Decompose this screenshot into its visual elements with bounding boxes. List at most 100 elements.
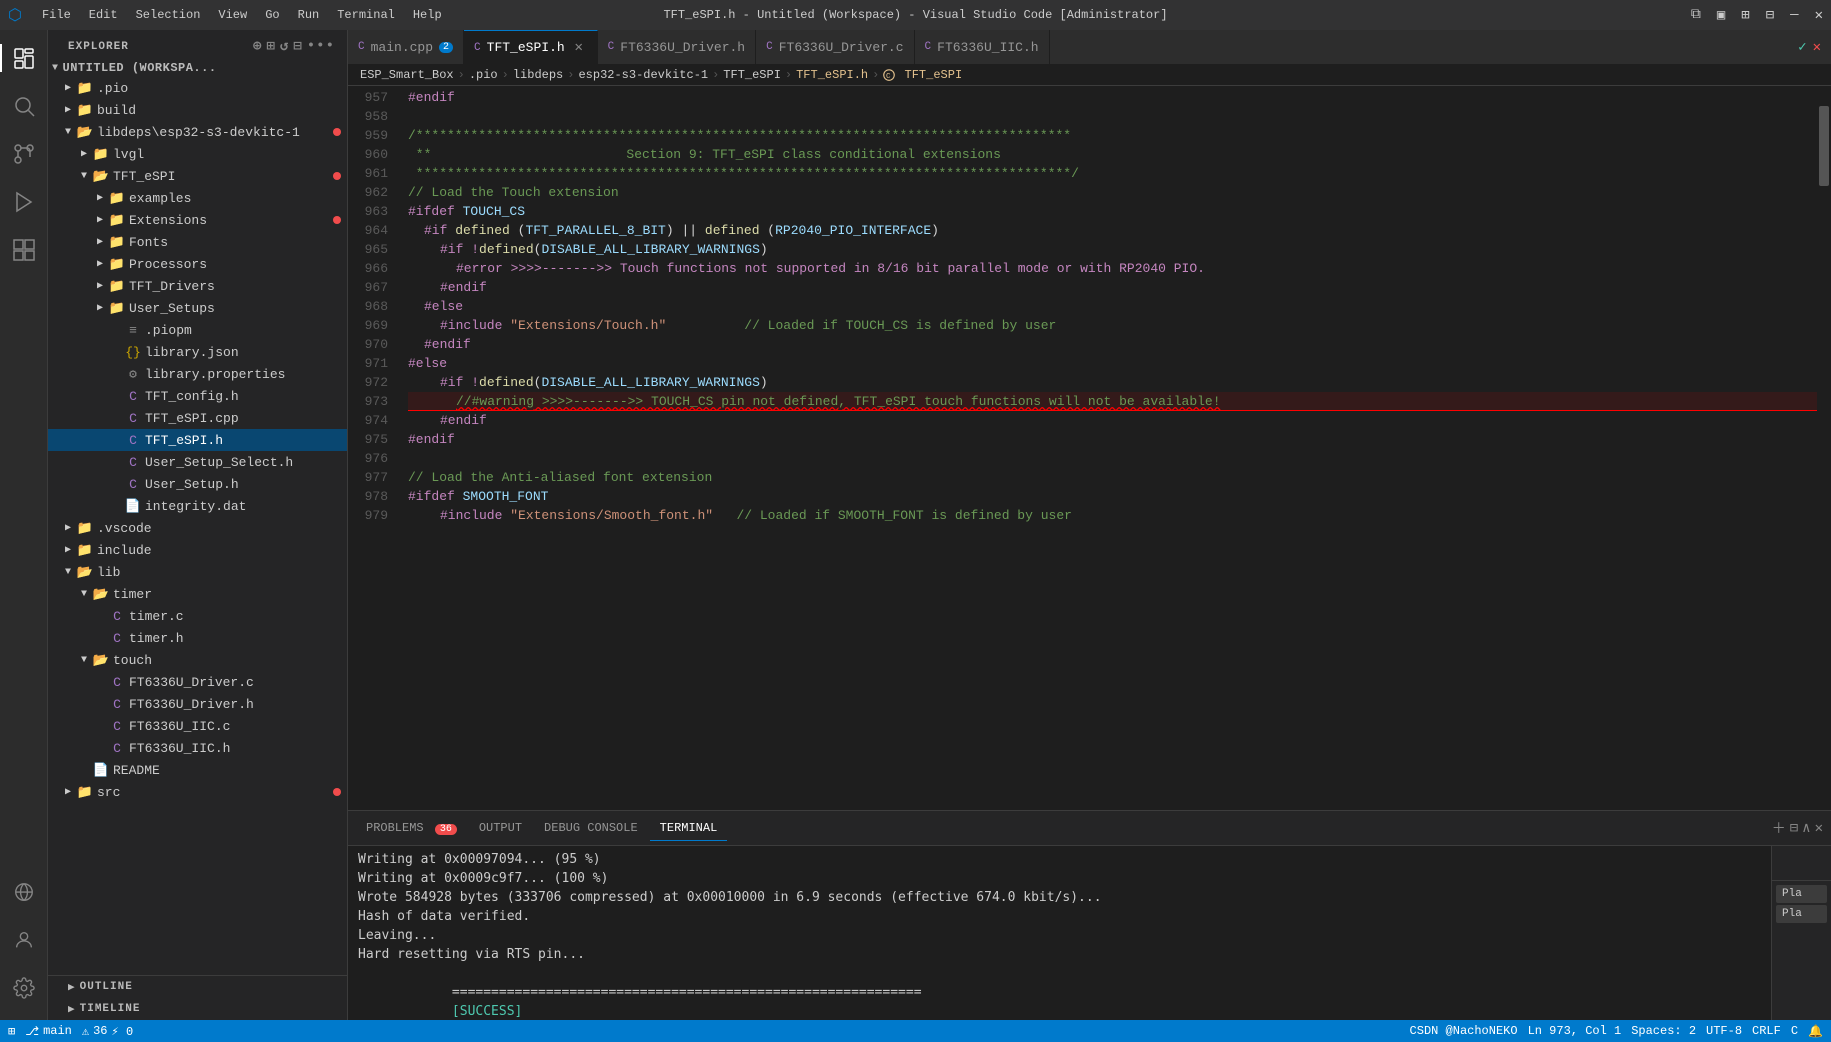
more-icon[interactable]: ••• — [307, 38, 335, 55]
tree-item-processors[interactable]: ▶ 📁 Processors — [48, 253, 347, 275]
tree-item-ft-driver-h[interactable]: C FT6336U_Driver.h — [48, 693, 347, 715]
workspace-root[interactable]: ▼ UNTITLED (WORKSPA... — [48, 59, 347, 77]
minimize-button[interactable]: — — [1790, 7, 1798, 23]
tree-item-fonts[interactable]: ▶ 📁 Fonts — [48, 231, 347, 253]
tree-item-library-json[interactable]: {} library.json — [48, 341, 347, 363]
layout-icon4[interactable]: ⊟ — [1766, 7, 1774, 24]
new-folder-icon[interactable]: ⊞ — [266, 38, 275, 55]
activity-account[interactable] — [0, 916, 48, 964]
outline-header[interactable]: ▶ OUTLINE — [48, 976, 347, 998]
new-file-icon[interactable]: ⊕ — [253, 38, 262, 55]
panel-tab-bar[interactable]: PROBLEMS 36 OUTPUT DEBUG CONSOLE TERMINA… — [348, 811, 1831, 846]
activity-git[interactable] — [0, 130, 48, 178]
tab-problems[interactable]: PROBLEMS 36 — [356, 815, 467, 841]
tree-item-src[interactable]: ▶ 📁 src — [48, 781, 347, 803]
breadcrumb-part-5[interactable]: TFT_eSPI.h — [796, 68, 868, 82]
layout-icon[interactable]: ⧉ — [1691, 7, 1701, 23]
tab-terminal[interactable]: TERMINAL — [650, 815, 728, 841]
tree-item-tft-config[interactable]: C TFT_config.h — [48, 385, 347, 407]
explorer-actions[interactable]: ⊕ ⊞ ↺ ⊟ ••• — [253, 38, 335, 55]
timeline-header[interactable]: ▶ TIMELINE — [48, 998, 347, 1020]
tree-item-piopm[interactable]: ≡ .piopm — [48, 319, 347, 341]
tree-item-extensions[interactable]: ▶ 📁 Extensions — [48, 209, 347, 231]
tree-item-build[interactable]: ▶ 📁 build — [48, 99, 347, 121]
tree-item-pio[interactable]: ▶ 📁 .pio — [48, 77, 347, 99]
panel-actions[interactable]: ＋ ⊟ ∧ ✕ — [1772, 818, 1823, 838]
breadcrumb-part-0[interactable]: ESP_Smart_Box — [360, 68, 454, 82]
status-position[interactable]: Ln 973, Col 1 — [1528, 1024, 1622, 1038]
menu-file[interactable]: File — [34, 6, 79, 24]
menu-run[interactable]: Run — [290, 6, 328, 24]
tree-item-tft-espi-cpp[interactable]: C TFT_eSPI.cpp — [48, 407, 347, 429]
tab-bar[interactable]: C main.cpp 2 C TFT_eSPI.h ✕ C FT6336U_Dr… — [348, 30, 1831, 65]
breadcrumb-part-1[interactable]: .pio — [469, 68, 498, 82]
status-notifications[interactable]: 🔔 — [1808, 1024, 1823, 1039]
tree-item-libdeps[interactable]: ▼ 📂 libdeps\esp32-s3-devkitc-1 — [48, 121, 347, 143]
breadcrumb-part-3[interactable]: esp32-s3-devkitc-1 — [578, 68, 708, 82]
refresh-icon[interactable]: ↺ — [280, 38, 289, 55]
tab-ft6336u-driver-h[interactable]: C FT6336U_Driver.h — [598, 30, 756, 64]
menu-view[interactable]: View — [210, 6, 255, 24]
tree-item-tft-espi[interactable]: ▼ 📂 TFT_eSPI — [48, 165, 347, 187]
layout-icon3[interactable]: ⊞ — [1741, 7, 1749, 24]
layout-icon2[interactable]: ▣ — [1717, 7, 1725, 24]
terminal-instance-1[interactable]: Pla — [1776, 885, 1827, 903]
menu-edit[interactable]: Edit — [81, 6, 126, 24]
tree-item-lvgl[interactable]: ▶ 📁 lvgl — [48, 143, 347, 165]
activity-run[interactable] — [0, 178, 48, 226]
editor-scrollbar[interactable] — [1817, 86, 1831, 810]
tree-item-user-setup-select[interactable]: C User_Setup_Select.h — [48, 451, 347, 473]
activity-settings[interactable] — [0, 964, 48, 1012]
tree-item-vscode[interactable]: ▶ 📁 .vscode — [48, 517, 347, 539]
status-encoding[interactable]: UTF-8 — [1706, 1024, 1742, 1038]
close-button[interactable]: ✕ — [1815, 7, 1823, 24]
close-panel-icon[interactable]: ✕ — [1815, 820, 1823, 837]
tree-item-timer[interactable]: ▼ 📂 timer — [48, 583, 347, 605]
tree-item-ft-driver-c[interactable]: C FT6336U_Driver.c — [48, 671, 347, 693]
menu-bar[interactable]: File Edit Selection View Go Run Terminal… — [34, 6, 450, 24]
tree-item-ft-iic-c[interactable]: C FT6336U_IIC.c — [48, 715, 347, 737]
status-branch[interactable]: ⎇ main — [25, 1024, 72, 1039]
split-icon[interactable]: ⊟ — [1790, 820, 1798, 837]
menu-go[interactable]: Go — [257, 6, 287, 24]
tree-item-tft-espi-h[interactable]: C TFT_eSPI.h — [48, 429, 347, 451]
tree-item-user-setup[interactable]: C User_Setup.h — [48, 473, 347, 495]
tree-item-library-properties[interactable]: ⚙ library.properties — [48, 363, 347, 385]
tree-item-readme[interactable]: 📄 README — [48, 759, 347, 781]
breadcrumb-part-6[interactable]: C TFT_eSPI — [883, 68, 962, 82]
tab-ft6336u-driver-c[interactable]: C FT6336U_Driver.c — [756, 30, 914, 64]
tree-item-tft-drivers[interactable]: ▶ 📁 TFT_Drivers — [48, 275, 347, 297]
tab-output[interactable]: OUTPUT — [469, 815, 532, 841]
arrow-up-icon[interactable]: ∧ — [1802, 820, 1810, 837]
status-problems[interactable]: ⚠ 36 ⚡ 0 — [82, 1024, 133, 1039]
scroll-thumb[interactable] — [1819, 106, 1829, 186]
tree-item-ft-iic-h[interactable]: C FT6336U_IIC.h — [48, 737, 347, 759]
tab-tft-espi-h[interactable]: C TFT_eSPI.h ✕ — [464, 30, 598, 64]
tree-item-user-setups[interactable]: ▶ 📁 User_Setups — [48, 297, 347, 319]
x-icon[interactable]: ✕ — [1813, 39, 1821, 56]
activity-explorer[interactable] — [0, 34, 48, 82]
tree-item-include[interactable]: ▶ 📁 include — [48, 539, 347, 561]
tab-ft6336u-iic-h[interactable]: C FT6336U_IIC.h — [915, 30, 1050, 64]
plus-icon[interactable]: ＋ — [1772, 818, 1786, 838]
breadcrumb-part-2[interactable]: libdeps — [513, 68, 563, 82]
breadcrumb-part-4[interactable]: TFT_eSPI — [723, 68, 781, 82]
menu-help[interactable]: Help — [405, 6, 450, 24]
status-csdn[interactable]: CSDN @NachoNEKO — [1410, 1024, 1518, 1038]
checkmark-icon[interactable]: ✓ — [1798, 39, 1806, 56]
activity-remote[interactable] — [0, 868, 48, 916]
tree-item-lib[interactable]: ▼ 📂 lib — [48, 561, 347, 583]
menu-terminal[interactable]: Terminal — [329, 6, 403, 24]
tree-item-timer-c[interactable]: C timer.c — [48, 605, 347, 627]
tree-item-integrity[interactable]: 📄 integrity.dat — [48, 495, 347, 517]
tab-debug-console[interactable]: DEBUG CONSOLE — [534, 815, 648, 841]
tree-item-timer-h[interactable]: C timer.h — [48, 627, 347, 649]
activity-search[interactable] — [0, 82, 48, 130]
status-remote[interactable]: ⊞ — [8, 1024, 15, 1039]
window-controls[interactable]: ⧉ ▣ ⊞ ⊟ — ✕ — [1691, 7, 1823, 24]
tab-close-button[interactable]: ✕ — [571, 39, 587, 56]
activity-extensions[interactable] — [0, 226, 48, 274]
tab-main-cpp[interactable]: C main.cpp 2 — [348, 30, 464, 64]
collapse-icon[interactable]: ⊟ — [293, 38, 302, 55]
status-language[interactable]: C — [1791, 1024, 1798, 1038]
